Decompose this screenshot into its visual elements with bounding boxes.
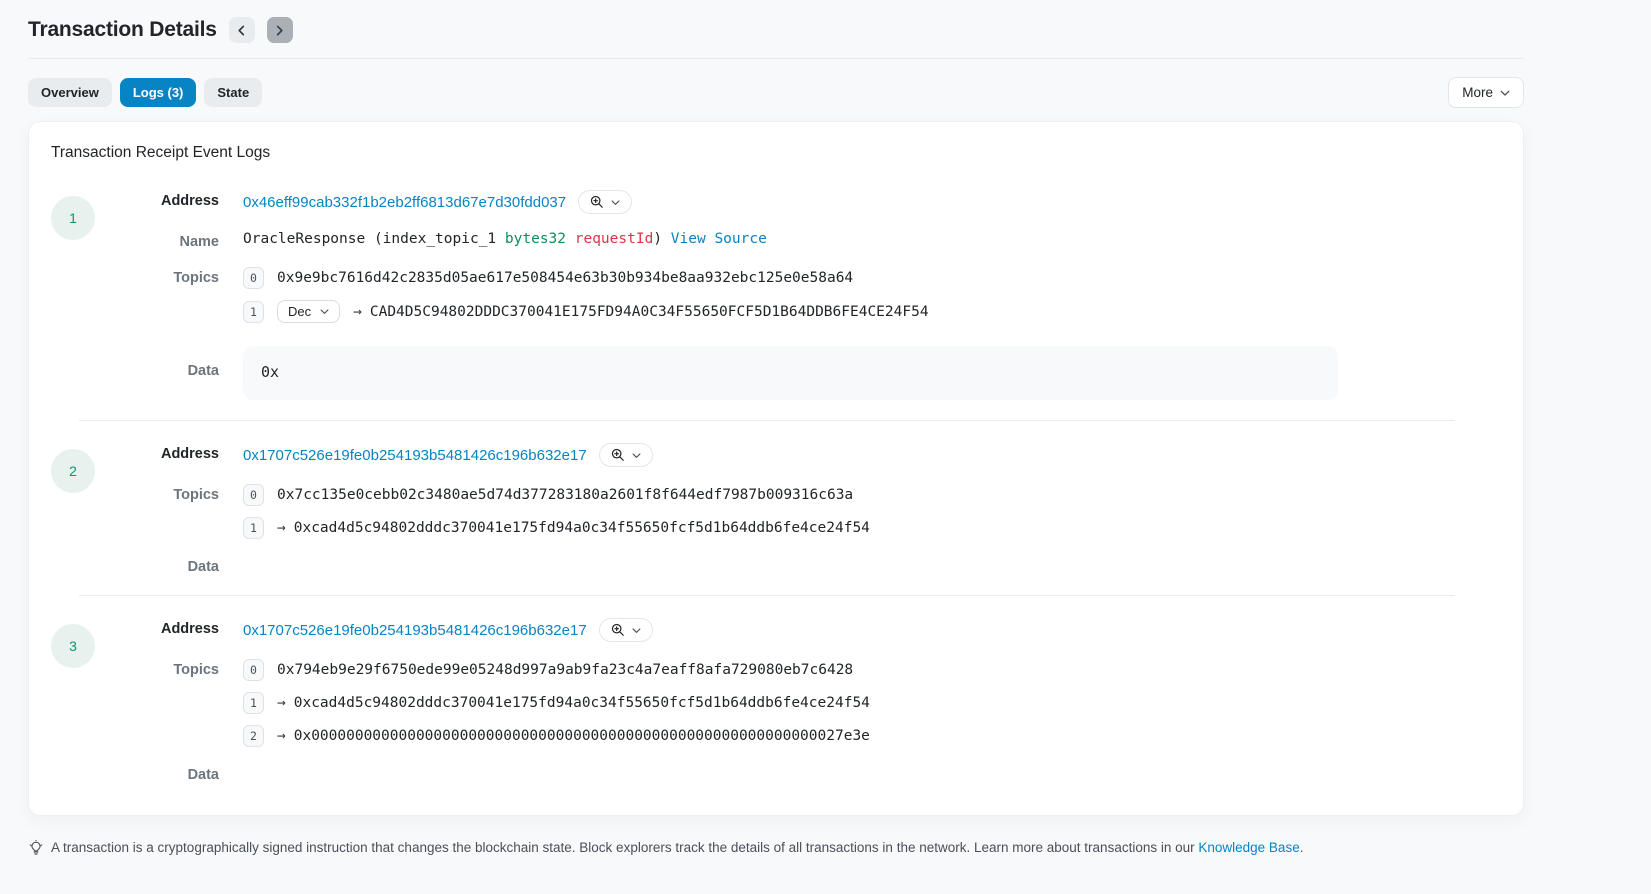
event-logs-card: Transaction Receipt Event Logs 1 Address…: [28, 121, 1524, 816]
event-signature-prefix: OracleResponse (index_topic_1: [243, 231, 505, 247]
tab-state[interactable]: State: [204, 78, 262, 107]
address-zoom-button[interactable]: [599, 443, 653, 467]
header-divider: [28, 58, 1524, 59]
tab-logs[interactable]: Logs (3): [120, 78, 197, 107]
address-link[interactable]: 0x1707c526e19fe0b254193b5481426c196b632e…: [243, 622, 587, 639]
param-type: bytes32: [505, 231, 566, 247]
data-row: Data: [95, 764, 1501, 783]
address-link[interactable]: 0x46eff99cab332f1b2eb2ff6813d67e7d30fdd0…: [243, 194, 566, 211]
arrow-right-icon: →: [277, 695, 286, 711]
address-zoom-button[interactable]: [599, 618, 653, 642]
name-row: Name OracleResponse (index_topic_1 bytes…: [95, 231, 1501, 250]
event-signature: OracleResponse (index_topic_1 bytes32 re…: [243, 231, 767, 247]
tab-bar: Overview Logs (3) State More: [28, 77, 1524, 108]
chevron-left-icon: [236, 25, 247, 36]
name-label: Name: [95, 231, 219, 250]
address-zoom-button[interactable]: [578, 190, 632, 214]
arrow-right-icon: →: [277, 520, 286, 536]
log-entry-3: 3 Address 0x1707c526e19fe0b254193b548142…: [51, 610, 1501, 789]
topic-1: 1 → 0xcad4d5c94802dddc370041e175fd94a0c3…: [243, 692, 870, 714]
address-label: Address: [95, 190, 219, 209]
address-row: Address 0x46eff99cab332f1b2eb2ff6813d67e…: [95, 190, 1501, 214]
topic-index-badge: 1: [243, 301, 264, 323]
topics-label: Topics: [95, 267, 219, 286]
chevron-down-icon: [632, 451, 641, 460]
log-entry-1: 1 Address 0x46eff99cab332f1b2eb2ff6813d6…: [51, 182, 1501, 406]
log-entry-2: 2 Address 0x1707c526e19fe0b254193b548142…: [51, 435, 1501, 581]
magnifier-plus-icon: [611, 448, 625, 462]
card-heading: Transaction Receipt Event Logs: [51, 144, 1501, 162]
param-name: requestId: [566, 231, 653, 247]
page-header: Transaction Details: [28, 0, 1524, 43]
data-row: Data 0x: [95, 346, 1501, 400]
log-divider: [79, 420, 1455, 421]
footer-note: A transaction is a cryptographically sig…: [28, 839, 1524, 857]
topic-value: CAD4D5C94802DDDC370041E175FD94A0C34F5565…: [370, 304, 929, 320]
event-signature-suffix: ): [653, 231, 670, 247]
topic-format-dropdown[interactable]: Dec: [277, 300, 340, 323]
topic-0: 0 0x794eb9e29f6750ede99e05248d997a9ab9fa…: [243, 659, 870, 681]
prev-transaction-button[interactable]: [229, 17, 255, 43]
log-data-value: 0x: [243, 346, 1338, 400]
address-label: Address: [95, 618, 219, 637]
more-button-label: More: [1462, 85, 1493, 100]
topics-row: Topics 0 0x794eb9e29f6750ede99e05248d997…: [95, 659, 1501, 747]
arrow-right-icon: →: [353, 304, 362, 320]
log-index-badge: 2: [51, 449, 95, 493]
topic-0: 0 0x7cc135e0cebb02c3480ae5d74d377283180a…: [243, 484, 870, 506]
log-index-badge: 3: [51, 624, 95, 668]
chevron-down-icon: [632, 626, 641, 635]
footer-text: A transaction is a cryptographically sig…: [51, 839, 1303, 857]
topic-index-badge: 0: [243, 267, 264, 289]
topics-label: Topics: [95, 659, 219, 678]
topic-value: 0x00000000000000000000000000000000000000…: [294, 728, 870, 744]
address-row: Address 0x1707c526e19fe0b254193b5481426c…: [95, 443, 1501, 467]
chevron-down-icon: [611, 198, 620, 207]
topic-0: 0 0x9e9bc7616d42c2835d05ae617e508454e63b…: [243, 267, 929, 289]
data-row: Data: [95, 556, 1501, 575]
topic-index-badge: 0: [243, 484, 264, 506]
topic-value: 0x7cc135e0cebb02c3480ae5d74d377283180a26…: [277, 487, 853, 503]
next-transaction-button[interactable]: [267, 17, 293, 43]
arrow-right-icon: →: [277, 728, 286, 744]
topics-row: Topics 0 0x7cc135e0cebb02c3480ae5d74d377…: [95, 484, 1501, 539]
address-label: Address: [95, 443, 219, 462]
topic-index-badge: 2: [243, 725, 264, 747]
data-label: Data: [95, 346, 219, 379]
data-label: Data: [95, 764, 219, 783]
chevron-down-icon: [1500, 88, 1510, 98]
topic-index-badge: 0: [243, 659, 264, 681]
tab-overview[interactable]: Overview: [28, 78, 112, 107]
magnifier-plus-icon: [590, 195, 604, 209]
log-divider: [79, 595, 1455, 596]
knowledge-base-link[interactable]: Knowledge Base: [1198, 840, 1299, 855]
chevron-right-icon: [274, 25, 285, 36]
topics-row: Topics 0 0x9e9bc7616d42c2835d05ae617e508…: [95, 267, 1501, 323]
page-title: Transaction Details: [28, 18, 217, 42]
page-container: Transaction Details Overview Logs (3) St…: [28, 0, 1524, 857]
topic-value: 0x794eb9e29f6750ede99e05248d997a9ab9fa23…: [277, 662, 853, 678]
chevron-down-icon: [320, 307, 329, 316]
topic-value: 0xcad4d5c94802dddc370041e175fd94a0c34f55…: [294, 695, 870, 711]
topic-value: 0x9e9bc7616d42c2835d05ae617e508454e63b30…: [277, 270, 853, 286]
view-source-link[interactable]: View Source: [671, 231, 767, 247]
topic-index-badge: 1: [243, 517, 264, 539]
topics-label: Topics: [95, 484, 219, 503]
topic-index-badge: 1: [243, 692, 264, 714]
topic-1: 1 Dec → CAD4D5C94802DDDC370041E175FD94A0…: [243, 300, 929, 323]
topic-format-value: Dec: [288, 304, 311, 319]
topic-value: 0xcad4d5c94802dddc370041e175fd94a0c34f55…: [294, 520, 870, 536]
data-label: Data: [95, 556, 219, 575]
more-button[interactable]: More: [1448, 77, 1524, 108]
address-link[interactable]: 0x1707c526e19fe0b254193b5481426c196b632e…: [243, 447, 587, 464]
lightbulb-icon: [28, 840, 44, 856]
address-row: Address 0x1707c526e19fe0b254193b5481426c…: [95, 618, 1501, 642]
topic-1: 1 → 0xcad4d5c94802dddc370041e175fd94a0c3…: [243, 517, 870, 539]
log-index-badge: 1: [51, 196, 95, 240]
magnifier-plus-icon: [611, 623, 625, 637]
topic-2: 2 → 0x0000000000000000000000000000000000…: [243, 725, 870, 747]
